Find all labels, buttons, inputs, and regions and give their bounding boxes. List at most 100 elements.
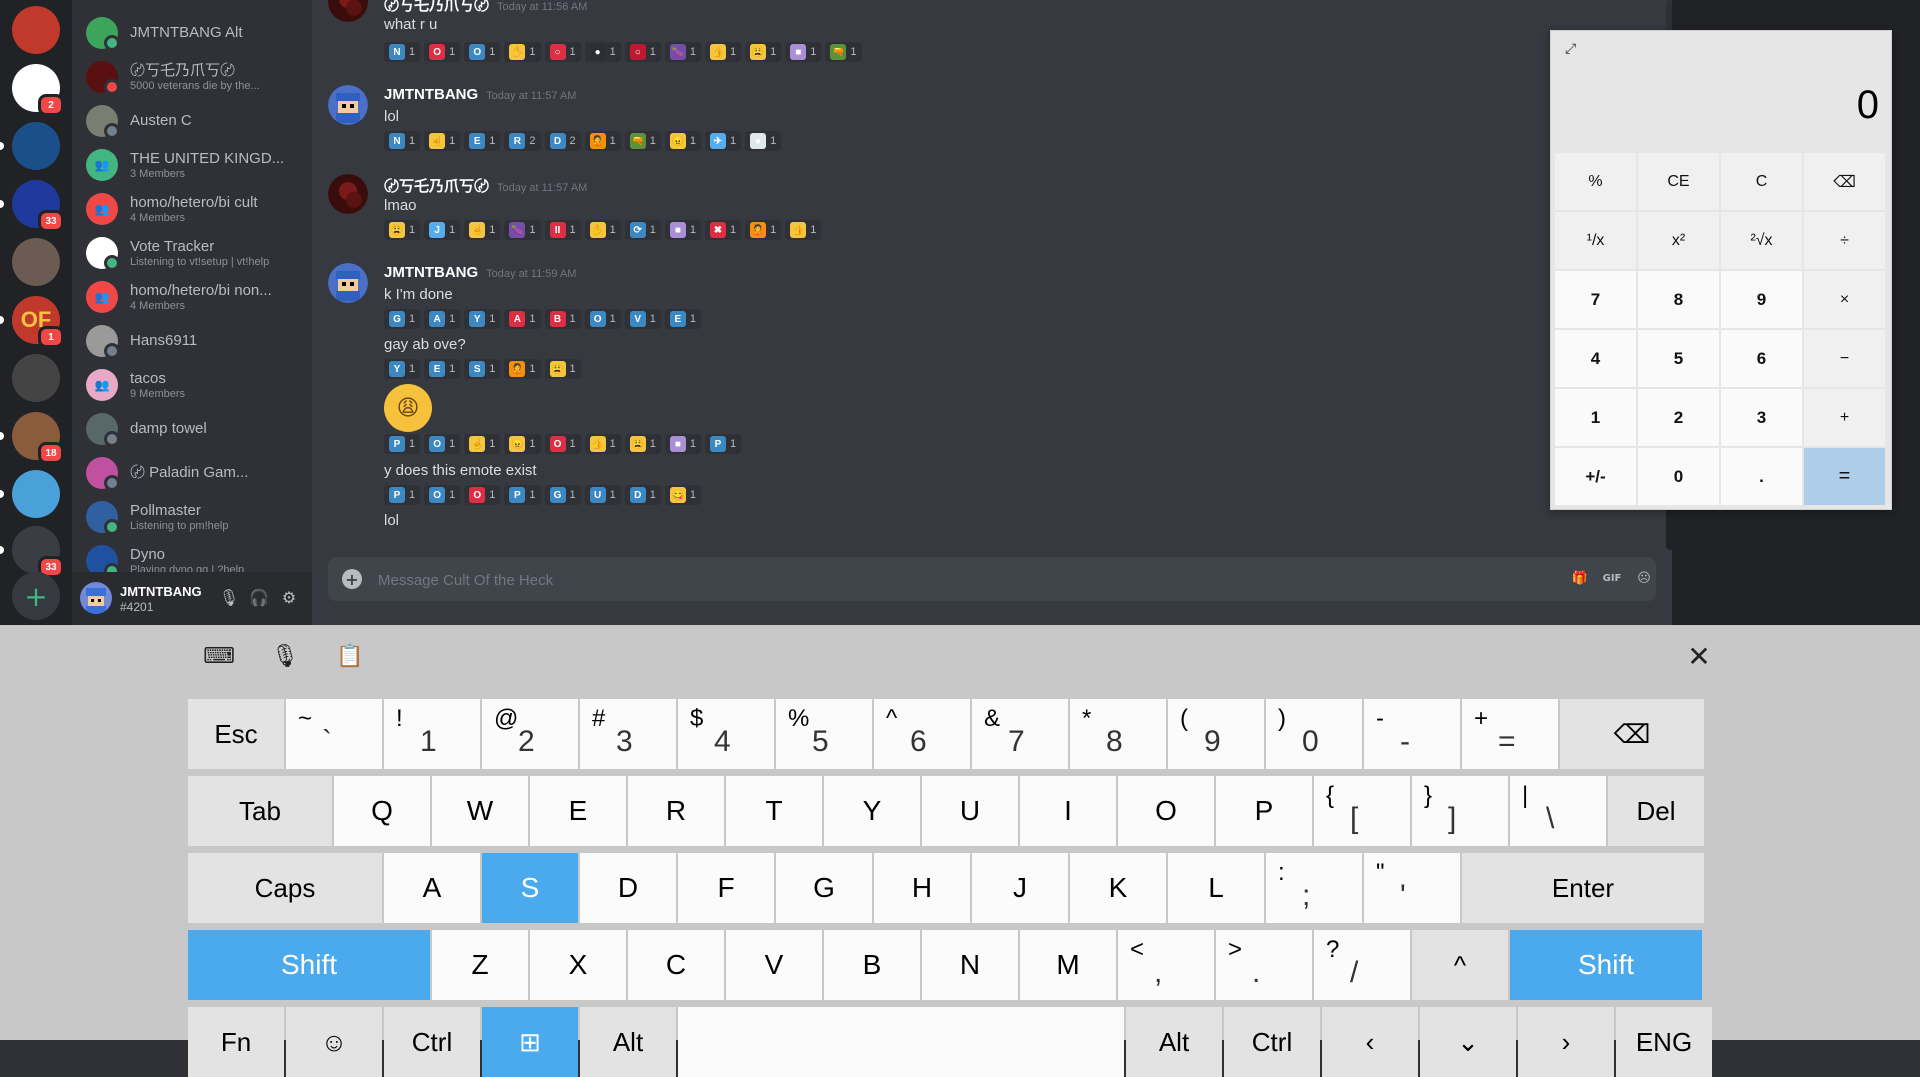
key-t[interactable]: T [726,776,822,846]
calc-button[interactable]: + [1804,389,1885,446]
server-icon-server-gear[interactable] [12,354,60,402]
key-7[interactable]: & 7 [972,699,1068,769]
reaction-chip[interactable]: G1 [384,309,421,329]
dm-item[interactable]: Dyno Playing dyno.gg | ?help [86,540,312,572]
gift-icon[interactable]: 🎁 [1568,568,1592,590]
key-d[interactable]: D [580,853,676,923]
clipboard-icon[interactable]: 📋 [333,641,367,673]
reaction-chip[interactable]: O1 [544,434,581,454]
server-icon-server-gem[interactable] [12,470,60,518]
author-name[interactable]: JMTNTBANG [384,264,478,281]
reaction-chip[interactable]: ● 1 [745,131,782,151]
reaction-chip[interactable]: 🍆 1 [664,42,701,62]
emoji-picker-icon[interactable]: ☹ [1632,568,1656,590]
reaction-chip[interactable]: O1 [424,485,461,505]
server-icon-server-1[interactable] [12,6,60,54]
reaction-chip[interactable]: ■ 1 [664,434,701,454]
calc-button[interactable]: C [1721,153,1802,210]
key-8[interactable]: * 8 [1070,699,1166,769]
reaction-chip[interactable]: P1 [705,434,742,454]
key-v[interactable]: V [726,930,822,1000]
calc-button[interactable]: ²√x [1721,212,1802,269]
key-up-arrow[interactable]: ^ [1412,930,1508,1000]
reaction-chip[interactable]: Y1 [384,359,421,379]
reaction-chip[interactable]: A1 [424,309,461,329]
reaction-chip[interactable]: ○ 1 [624,42,661,62]
key-s[interactable]: S [482,853,578,923]
reaction-chip[interactable]: 🙎 1 [584,131,621,151]
key-y[interactable]: Y [824,776,920,846]
reaction-chip[interactable]: O1 [584,309,621,329]
key-g[interactable]: G [776,853,872,923]
server-icon-of-server[interactable]: OF 1 [12,296,64,348]
server-icon-server-face[interactable]: 18 [12,412,64,464]
key-shift-right[interactable]: Shift [1510,930,1702,1000]
close-keyboard-icon[interactable]: ✕ [1682,641,1716,673]
key-2[interactable]: @2 [482,699,578,769]
reaction-chip[interactable]: 😋 1 [664,485,701,505]
message-avatar[interactable] [328,174,368,214]
dm-item[interactable]: Austen C [86,100,312,142]
reaction-chip[interactable]: ● 1 [584,42,621,62]
reaction-chip[interactable]: A1 [504,309,541,329]
key-h[interactable]: H [874,853,970,923]
reaction-chip[interactable]: ✋ 1 [584,220,621,240]
server-icon-server-2[interactable]: 2 [12,64,64,116]
key-u[interactable]: U [922,776,1018,846]
key-b[interactable]: B [824,930,920,1000]
dm-item[interactable]: Hans6911 [86,320,312,362]
reaction-chip[interactable]: ■ 1 [664,220,701,240]
message-avatar[interactable] [328,85,368,125]
reaction-chip[interactable]: P1 [504,485,541,505]
key-punct[interactable]: :; [1266,853,1362,923]
dm-item[interactable]: 👥 homo/hetero/bi non... 4 Members [86,276,312,318]
reaction-chip[interactable]: 😩 1 [384,220,421,240]
reaction-chip[interactable]: ☝ 1 [464,220,501,240]
key-ctrl-right[interactable]: Ctrl [1224,1007,1320,1077]
reaction-chip[interactable]: ■ 1 [785,42,822,62]
reaction-chip[interactable]: E1 [664,309,701,329]
upload-plus-icon[interactable]: + [342,569,362,589]
reaction-chip[interactable]: 🙎 1 [504,359,541,379]
calc-button[interactable]: 3 [1721,389,1802,446]
reaction-chip[interactable]: ✈ 1 [705,131,742,151]
key-c[interactable]: C [628,930,724,1000]
reaction-chip[interactable]: P1 [384,485,421,505]
reaction-chip[interactable]: D2 [544,131,581,151]
reaction-chip[interactable]: R2 [504,131,541,151]
headphones-icon[interactable]: 🎧 [247,586,271,610]
reaction-chip[interactable]: O1 [424,42,461,62]
dm-item[interactable]: 👥 tacos 9 Members [86,364,312,406]
calc-button[interactable]: 8 [1638,271,1719,328]
reaction-chip[interactable]: O1 [424,434,461,454]
reaction-chip[interactable]: 🔫 1 [624,131,661,151]
calc-button[interactable]: ÷ [1804,212,1885,269]
message-avatar[interactable] [328,0,368,22]
message-input[interactable] [376,567,1380,593]
calc-button[interactable]: 7 [1555,271,1636,328]
reaction-chip[interactable]: U1 [584,485,621,505]
key-f[interactable]: F [678,853,774,923]
key-e[interactable]: E [530,776,626,846]
message-avatar[interactable] [328,263,368,303]
dm-item[interactable]: 〄丂乇乃爪丂〄 5000 veterans die by the... [86,56,312,98]
key-j[interactable]: J [972,853,1068,923]
expand-icon[interactable]: ⤢ [1565,41,1576,57]
key-3[interactable]: #3 [580,699,676,769]
server-icon-server-dog[interactable] [12,238,60,286]
calc-button[interactable]: 1 [1555,389,1636,446]
server-icon-roblox[interactable]: 33 [12,526,64,578]
calc-button[interactable]: CE [1638,153,1719,210]
reaction-chip[interactable]: B1 [544,309,581,329]
dm-item[interactable]: 〄 Paladin Gam... [86,452,312,494]
calc-button[interactable]: − [1804,330,1885,387]
calc-button[interactable]: × [1804,271,1885,328]
calc-button[interactable]: ¹/x [1555,212,1636,269]
key-alt-right[interactable]: Alt [1126,1007,1222,1077]
reaction-chip[interactable]: V1 [624,309,661,329]
author-name[interactable]: 〄丂乇乃爪丂〄 [384,0,489,14]
dm-item[interactable]: 👥 homo/hetero/bi cult 4 Members [86,188,312,230]
key-windows[interactable]: ⊞ [482,1007,578,1077]
gif-button[interactable]: GIF [1600,568,1624,590]
reaction-chip[interactable]: ⟳ 1 [624,220,661,240]
